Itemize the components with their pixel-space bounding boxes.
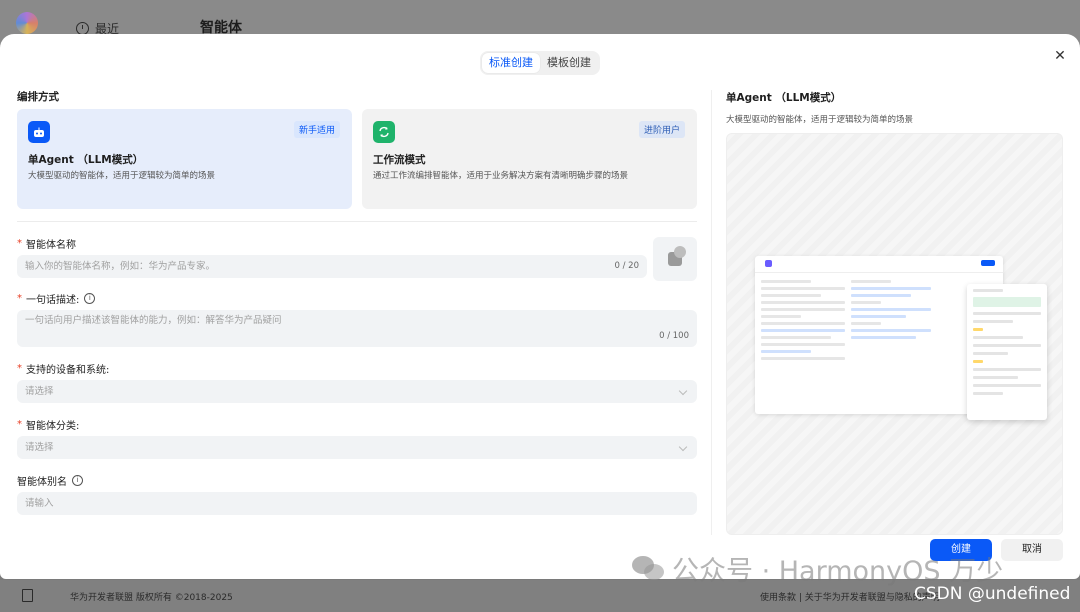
card-single-agent[interactable]: 新手适用 单Agent （LLM模式） 大模型驱动的智能体，适用于逻辑较为简单的… (17, 109, 352, 209)
create-mode-tabs: 标准创建 模板创建 (480, 51, 600, 75)
label-description: * 一句话描述: i (17, 291, 697, 306)
card-title: 工作流模式 (373, 154, 426, 166)
preview-panel: 单Agent （LLM模式） 大模型驱动的智能体，适用于逻辑较为简单的场景 (726, 90, 1063, 535)
devices-select[interactable]: 请选择 (17, 380, 697, 403)
form-panel: 编排方式 新手适用 单Agent （LLM模式） 大模型驱动的智能体，适用于逻辑… (17, 89, 697, 515)
tab-template-create[interactable]: 模板创建 (540, 53, 598, 73)
label-agent-name: * 智能体名称 (17, 236, 697, 251)
panel-divider (711, 90, 712, 535)
info-icon[interactable]: i (72, 474, 83, 486)
footer-links[interactable]: 使用条款 | 关于华为开发者联盟与隐私的声明 (760, 590, 940, 603)
document-icon[interactable] (22, 589, 33, 602)
watermark-text: 公众号 · HarmonyOS 万少 (672, 556, 1004, 587)
required-mark: * (17, 418, 22, 430)
preview-screenshot (755, 256, 1003, 414)
preview-side-panel (967, 284, 1047, 420)
watermark: 公众号 · HarmonyOS 万少 (632, 549, 1003, 588)
card-workflow[interactable]: 进阶用户 工作流模式 通过工作流编排智能体，适用于业务解决方案有清晰明确步骤的场… (362, 109, 697, 209)
label-devices: * 支持的设备和系统: (17, 361, 697, 376)
chevron-down-icon (678, 386, 688, 396)
required-mark: * (17, 237, 22, 249)
placeholder: 输入你的智能体名称，例如：华为产品专家。 (25, 261, 216, 272)
description-textarea[interactable]: 一句话向用户描述该智能体的能力，例如：解答华为产品疑问 0 / 100 (17, 310, 697, 347)
workflow-icon (373, 121, 395, 143)
wechat-icon (632, 555, 666, 582)
label-text: 支持的设备和系统: (26, 364, 110, 376)
csdn-watermark: CSDN @undefined (914, 584, 1071, 604)
chevron-down-icon (678, 442, 688, 452)
placeholder: 请选择 (25, 442, 54, 453)
label-text: 智能体分类: (26, 420, 80, 432)
tag-advanced: 进阶用户 (638, 121, 685, 138)
divider (17, 221, 697, 222)
alias-input[interactable]: 请输入 (17, 492, 697, 515)
tab-standard-create[interactable]: 标准创建 (482, 53, 540, 73)
char-count: 0 / 20 (614, 261, 640, 271)
label-text: 一句话描述: (26, 294, 80, 306)
section-title: 编排方式 (17, 91, 59, 103)
create-agent-dialog: ✕ 标准创建 模板创建 编排方式 新手适用 单Agent （LLM模式） 大模型… (0, 34, 1080, 579)
char-count: 0 / 100 (659, 331, 689, 341)
preview-title: 单Agent （LLM模式） (726, 92, 842, 104)
placeholder: 请选择 (25, 386, 54, 397)
label-category: * 智能体分类: (17, 417, 697, 432)
cancel-button[interactable]: 取消 (1001, 539, 1063, 561)
label-alias: 智能体别名 i (17, 473, 697, 488)
robot-icon (28, 121, 50, 143)
tag-beginner: 新手适用 (293, 121, 340, 138)
card-desc: 大模型驱动的智能体，适用于逻辑较为简单的场景 (28, 171, 216, 181)
avatar-upload-button[interactable] (653, 237, 697, 281)
label-text: 智能体名称 (26, 239, 76, 251)
app-logo[interactable] (16, 12, 38, 34)
placeholder: 请输入 (25, 498, 54, 509)
placeholder: 一句话向用户描述该智能体的能力，例如：解答华为产品疑问 (25, 315, 282, 326)
preview-image (726, 133, 1063, 535)
footer-copyright: 华为开发者联盟 版权所有 ©2018-2025 (70, 593, 233, 603)
label-text: 智能体别名 (17, 476, 67, 488)
category-select[interactable]: 请选择 (17, 436, 697, 459)
card-desc: 通过工作流编排智能体，适用于业务解决方案有清晰明确步骤的场景 (373, 171, 629, 181)
preview-desc: 大模型驱动的智能体，适用于逻辑较为简单的场景 (726, 115, 914, 125)
close-icon[interactable]: ✕ (1052, 48, 1068, 64)
required-mark: * (17, 292, 22, 304)
agent-name-input[interactable]: 输入你的智能体名称，例如：华为产品专家。 0 / 20 (17, 255, 647, 278)
required-mark: * (17, 362, 22, 374)
info-icon[interactable]: i (84, 292, 96, 304)
card-title: 单Agent （LLM模式） (28, 154, 144, 166)
image-icon (668, 246, 686, 266)
